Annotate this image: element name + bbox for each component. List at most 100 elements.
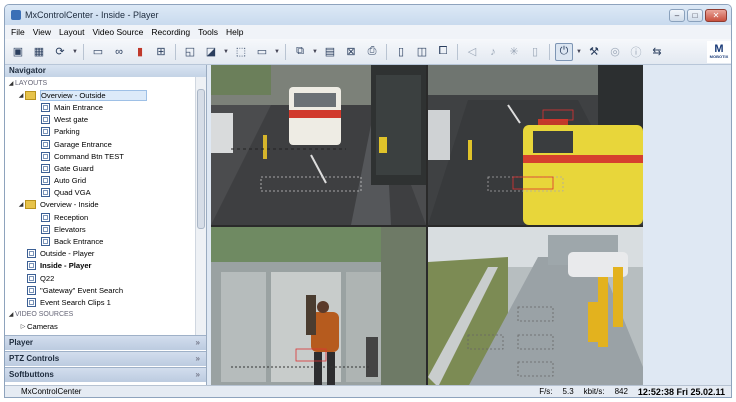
layout-icon — [41, 237, 50, 247]
tree-item[interactable]: Parking — [5, 126, 195, 138]
scroll-thumb[interactable] — [197, 89, 205, 229]
layout-icon[interactable]: ▦ — [30, 43, 48, 61]
expand-arrow-icon[interactable]: ◢ — [17, 201, 25, 208]
video-grid[interactable] — [211, 65, 643, 387]
menu-file[interactable]: File — [11, 27, 25, 37]
tree-item[interactable]: Outside - Player — [5, 248, 195, 260]
maximize-button[interactable]: □ — [687, 8, 703, 22]
tree-item[interactable]: Command Btn TEST — [5, 150, 195, 162]
speaker-icon[interactable]: ◁ — [463, 43, 481, 61]
network-icon[interactable]: ⇆ — [648, 43, 666, 61]
tree-item[interactable]: Back Entrance — [5, 235, 195, 247]
edit-layout-icon[interactable]: ◪ — [202, 43, 220, 61]
tree-item-label: Inside - Player — [40, 261, 92, 271]
microphone-icon[interactable]: ♪ — [484, 43, 502, 61]
menu-view[interactable]: View — [33, 27, 51, 37]
tree-item-label: Elevators — [54, 224, 86, 234]
tree-item[interactable]: ◢ Overview - Outside — [5, 89, 195, 101]
tree-item-label: Quad VGA — [54, 188, 91, 198]
tree-item-label: Outside - Player — [40, 249, 95, 259]
panel-softbuttons[interactable]: Softbuttons» — [5, 367, 206, 382]
window-icon[interactable]: ◱ — [181, 43, 199, 61]
layout-icon — [41, 115, 50, 125]
section-layouts[interactable]: ◢ LAYOUTS — [5, 77, 195, 89]
folder-icon — [25, 200, 36, 210]
monitor-icon[interactable]: ▭ — [253, 43, 271, 61]
navigator-scrollbar[interactable] — [195, 77, 206, 335]
camera-icon[interactable]: ◎ — [606, 43, 624, 61]
select-icon[interactable]: ⬚ — [232, 43, 250, 61]
light-icon[interactable]: ✳ — [505, 43, 523, 61]
expand-arrow-icon[interactable]: ◢ — [17, 92, 25, 99]
layout-icon — [27, 297, 36, 307]
camera-view-4[interactable] — [428, 227, 643, 387]
minimize-button[interactable]: – — [669, 8, 685, 22]
tree-item-label: Reception — [54, 212, 89, 222]
tree-item[interactable]: ◢ Overview - Inside — [5, 199, 195, 211]
navigator-title: Navigator — [5, 65, 206, 77]
refresh-icon[interactable]: ⟳ — [51, 43, 69, 61]
document-icon[interactable]: ▯ — [392, 43, 410, 61]
close-button[interactable]: ✕ — [705, 8, 727, 22]
info-icon[interactable]: ⓘ — [627, 43, 645, 61]
tree-item[interactable]: West gate — [5, 114, 195, 126]
camera-view-2[interactable] — [428, 65, 643, 225]
power-icon[interactable]: ⏻ — [555, 42, 573, 61]
tree-item[interactable]: Q22 — [5, 272, 195, 284]
phone-icon[interactable]: ▯ — [526, 43, 544, 61]
print-icon[interactable]: ⎙ — [363, 43, 381, 61]
section-video-sources[interactable]: ◢ VIDEO SOURCES — [5, 309, 195, 321]
snapshot-icon[interactable]: ▤ — [321, 43, 339, 61]
section-video-sources-label: VIDEO SOURCES — [15, 311, 74, 319]
app-window: MxControlCenter - Inside - Player – □ ✕ … — [4, 4, 732, 398]
tree-item[interactable]: Main Entrance — [5, 101, 195, 113]
tree-item-label: Auto Grid — [54, 176, 87, 186]
title-bar[interactable]: MxControlCenter - Inside - Player – □ ✕ — [5, 5, 731, 25]
menu-layout[interactable]: Layout — [59, 27, 85, 37]
tree-item-label: "Gateway" Event Search — [40, 285, 124, 295]
tree-item[interactable]: Elevators — [5, 223, 195, 235]
layout-icon — [41, 212, 50, 222]
source-item[interactable]: ▷ Cameras — [5, 321, 195, 333]
wrench-icon[interactable]: ⚒ — [585, 43, 603, 61]
tree-item-label: Garage Entrance — [54, 139, 112, 149]
tree-item-label: Main Entrance — [54, 102, 103, 112]
tree-item[interactable]: Gate Guard — [5, 162, 195, 174]
panel-player[interactable]: Player» — [5, 335, 206, 350]
camera-view-1[interactable] — [211, 65, 426, 225]
menu-bar: File View Layout Video Source Recording … — [5, 25, 731, 39]
tools-icon[interactable]: ⊠ — [342, 43, 360, 61]
display-icon[interactable]: ▭ — [89, 43, 107, 61]
save-icon[interactable]: ▣ — [9, 43, 27, 61]
menu-tools[interactable]: Tools — [198, 27, 218, 37]
tree-item[interactable]: Inside - Player — [5, 260, 195, 272]
layout-icon — [41, 224, 50, 234]
status-datetime: 12:52:38 Fri 25.02.11 — [637, 386, 725, 397]
layout-icon — [41, 151, 50, 161]
menu-recording[interactable]: Recording — [151, 27, 190, 37]
layout-icon — [27, 249, 36, 259]
toolbar: ▣ ▦ ⟳ ▼ ▭ ∞ ▮ ⊞ ◱ ◪ ▼ ⬚ ▭ ▼ ⧉ ▼ ▤ ⊠ ⎙ ▯ ◫ ⧠ … — [5, 39, 731, 65]
expand-arrow-icon[interactable]: ▷ — [19, 323, 27, 330]
camera-view-3[interactable] — [211, 227, 426, 387]
tree-item[interactable]: Event Search Clips 1 — [5, 296, 195, 308]
tree-item[interactable]: "Gateway" Event Search — [5, 284, 195, 296]
tree-item[interactable]: Garage Entrance — [5, 138, 195, 150]
copy-icon[interactable]: ⧠ — [434, 43, 452, 61]
menu-video-source[interactable]: Video Source — [93, 27, 144, 37]
grid-icon[interactable]: ⊞ — [152, 43, 170, 61]
record-icon[interactable]: ▮ — [131, 43, 149, 61]
tree-item[interactable]: Reception — [5, 211, 195, 223]
export-icon[interactable]: ⧉ — [291, 43, 309, 61]
tree-item[interactable]: Quad VGA — [5, 187, 195, 199]
kbit-label: kbit/s: — [583, 386, 605, 396]
split-icon[interactable]: ◫ — [413, 43, 431, 61]
link-icon[interactable]: ∞ — [110, 43, 128, 61]
tree-item-label: West gate — [54, 115, 89, 125]
tree-item[interactable]: Auto Grid — [5, 175, 195, 187]
menu-help[interactable]: Help — [226, 27, 243, 37]
layout-icon — [27, 261, 36, 271]
section-layouts-label: LAYOUTS — [15, 79, 48, 87]
layout-icon — [41, 139, 50, 149]
panel-ptz-controls[interactable]: PTZ Controls» — [5, 351, 206, 366]
